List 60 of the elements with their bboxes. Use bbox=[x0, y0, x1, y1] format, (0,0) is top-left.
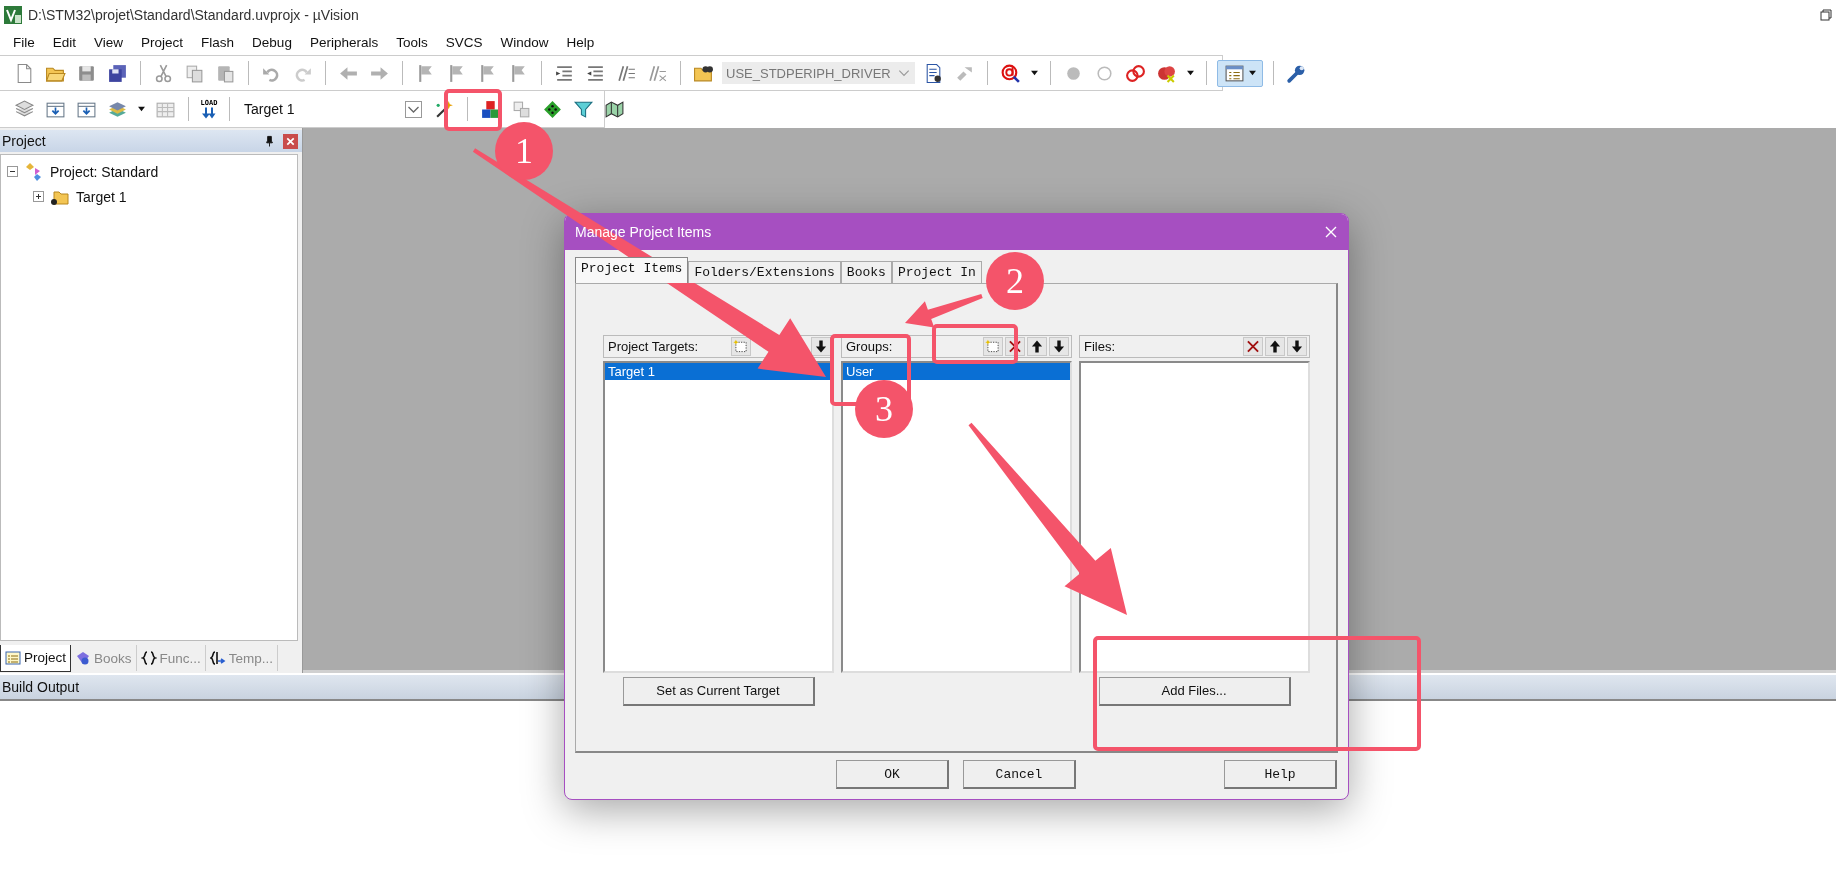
scissors-icon[interactable] bbox=[153, 62, 174, 84]
action-button[interactable]: Set as Current Target bbox=[622, 676, 815, 706]
highlight-frame bbox=[444, 89, 502, 131]
dialog-tab[interactable]: Project In bbox=[891, 261, 982, 283]
menu-item[interactable]: View bbox=[85, 35, 133, 50]
map-icon[interactable] bbox=[604, 98, 625, 120]
pin-icon[interactable] bbox=[264, 135, 275, 147]
disks-icon[interactable] bbox=[107, 62, 128, 84]
list-title: Project Targets: bbox=[608, 339, 700, 354]
template-icon bbox=[209, 650, 226, 666]
menu-item[interactable]: Project bbox=[132, 35, 193, 50]
menu-item[interactable]: Flash bbox=[192, 35, 244, 50]
panel-title: Project bbox=[2, 133, 47, 149]
caret-icon[interactable] bbox=[1030, 70, 1039, 76]
stack-icon[interactable] bbox=[14, 98, 35, 120]
restore-icon[interactable] bbox=[1820, 9, 1832, 21]
tree-item[interactable]: Project: Standard bbox=[50, 163, 159, 180]
window-title: D:\STM32\projet\Standard\Standard.uvprojx - µVision bbox=[28, 7, 359, 23]
panel-tab[interactable]: Project bbox=[0, 644, 72, 672]
menu-item[interactable]: Help bbox=[557, 35, 604, 50]
expander-icon[interactable] bbox=[7, 166, 18, 177]
caret-icon[interactable] bbox=[137, 106, 146, 112]
menu-item[interactable]: Window bbox=[491, 35, 558, 50]
window-toggle-button[interactable] bbox=[1217, 59, 1263, 87]
list-title: Groups: bbox=[846, 339, 894, 354]
braces-icon bbox=[140, 650, 157, 666]
dialog-button[interactable]: OK bbox=[836, 760, 949, 789]
menu-item[interactable]: SVCS bbox=[436, 35, 492, 50]
caret-icon[interactable] bbox=[1186, 70, 1195, 76]
dialog-title: Manage Project Items bbox=[575, 224, 713, 240]
action-button[interactable]: Add Files... bbox=[1098, 676, 1291, 706]
blocks-icon[interactable] bbox=[480, 98, 501, 120]
menu-item[interactable]: File bbox=[4, 35, 44, 50]
dialog-tab[interactable]: Project Items bbox=[575, 257, 689, 283]
list-item[interactable]: User bbox=[843, 363, 1070, 380]
close-icon[interactable] bbox=[1324, 225, 1338, 239]
book-icon bbox=[75, 650, 92, 666]
menu-item[interactable]: Edit bbox=[43, 35, 86, 50]
menu-item[interactable]: Peripherals bbox=[300, 35, 388, 50]
dialog-tab[interactable]: Books bbox=[840, 261, 892, 283]
menu-item[interactable]: Tools bbox=[387, 35, 437, 50]
close-icon[interactable] bbox=[283, 133, 298, 149]
list-window-icon bbox=[5, 649, 21, 666]
menu-item[interactable]: Debug bbox=[243, 35, 301, 50]
panel-title: Build Output bbox=[2, 679, 80, 695]
app-logo-icon bbox=[4, 6, 22, 24]
caret-icon bbox=[1248, 70, 1257, 76]
expander-icon[interactable] bbox=[33, 191, 44, 202]
new-item-icon[interactable] bbox=[731, 337, 751, 356]
list-title: Files: bbox=[1084, 339, 1117, 354]
dialog-tab[interactable]: Folders/Extensions bbox=[688, 261, 841, 283]
dialog-button[interactable]: Cancel bbox=[963, 760, 1076, 789]
new-item-icon[interactable] bbox=[983, 337, 1003, 356]
tree-item[interactable]: Target 1 bbox=[76, 188, 127, 205]
delete-icon[interactable] bbox=[1243, 337, 1263, 356]
diamond-icon[interactable] bbox=[542, 98, 563, 120]
target-dropdown[interactable]: Target 1 bbox=[240, 98, 426, 120]
magnifier-icon[interactable] bbox=[1000, 62, 1021, 84]
rings-icon[interactable] bbox=[1125, 62, 1146, 84]
dialog-button[interactable]: Help bbox=[1224, 760, 1337, 789]
